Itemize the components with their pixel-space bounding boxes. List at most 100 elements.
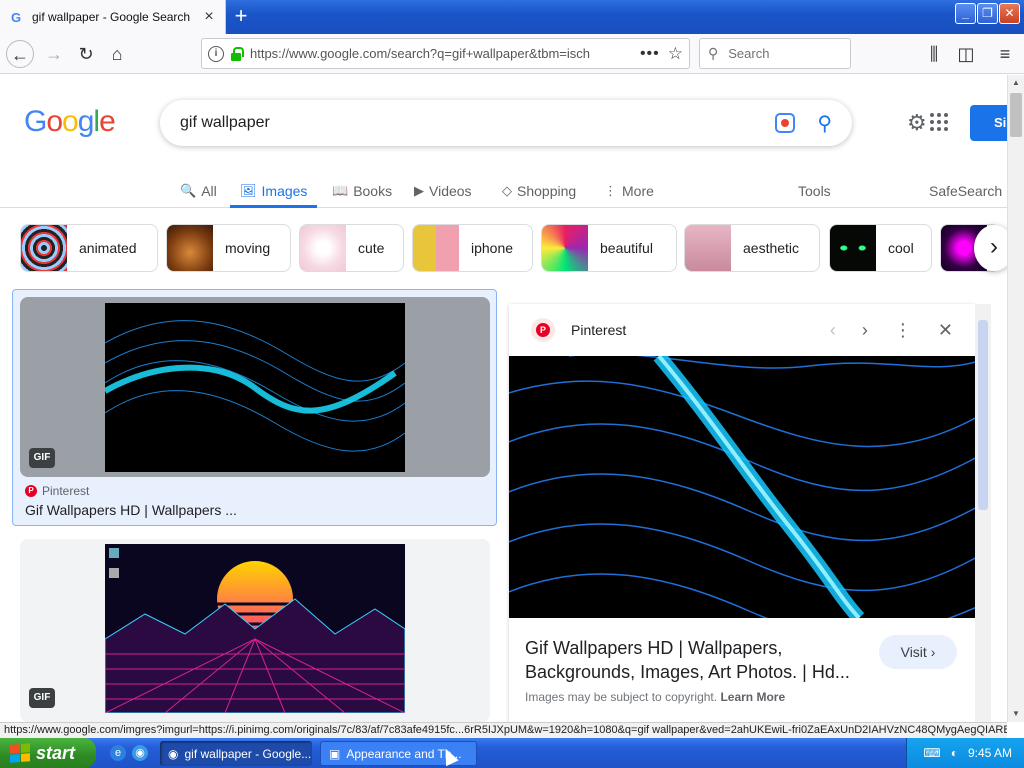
chip-thumbnail bbox=[167, 225, 213, 271]
url-text[interactable]: https://www.google.com/search?q=gif+wall… bbox=[250, 46, 632, 61]
learn-more-link[interactable]: Learn More bbox=[720, 690, 785, 704]
image-result-card[interactable]: GIF bbox=[20, 539, 490, 722]
chip-thumbnail bbox=[685, 225, 731, 271]
task-label: gif wallpaper - Google... bbox=[184, 746, 312, 761]
close-icon[interactable]: ✕ bbox=[938, 320, 953, 341]
preview-scrollbar[interactable] bbox=[975, 304, 991, 722]
chip-label: iphone bbox=[471, 240, 514, 256]
tab-books[interactable]: 📖 Books bbox=[332, 176, 392, 206]
image-icon: 🖼 bbox=[240, 182, 257, 198]
preview-image-graphic bbox=[509, 356, 975, 618]
chip-cool[interactable]: cool bbox=[829, 224, 932, 272]
result-thumbnail-image bbox=[105, 544, 405, 713]
browser-search-box[interactable]: ⚲ Search bbox=[699, 38, 851, 69]
copyright-notice: Images may be subject to copyright. Lear… bbox=[525, 690, 785, 704]
forward-button[interactable]: → bbox=[40, 40, 68, 68]
result-title[interactable]: Gif Wallpapers HD | Wallpapers ... bbox=[25, 502, 237, 518]
logo-letter: e bbox=[99, 105, 116, 138]
menu-icon[interactable]: ≡ bbox=[991, 40, 1019, 68]
google-search-bar[interactable]: gif wallpaper ⚲ bbox=[160, 100, 852, 146]
search-submit-icon[interactable]: ⚲ bbox=[817, 111, 832, 136]
page-content: Google gif wallpaper ⚲ ⚙ Si 🔍 All 🖼 Images… bbox=[0, 75, 1007, 722]
navigation-toolbar: ← → ↻ ⌂ i https://www.google.com/search?… bbox=[0, 34, 1024, 74]
source-label: Pinterest bbox=[42, 484, 90, 498]
tab-label: Books bbox=[353, 183, 393, 199]
copyright-text: Images may be subject to copyright. bbox=[525, 690, 718, 704]
page-actions-icon[interactable]: ••• bbox=[640, 45, 660, 63]
maximize-button[interactable]: ❐ bbox=[977, 3, 998, 24]
chevron-right-icon[interactable]: › bbox=[974, 225, 1007, 271]
google-lens-icon[interactable] bbox=[775, 113, 796, 133]
chip-thumbnail bbox=[413, 225, 459, 271]
bookmark-star-icon[interactable]: ☆ bbox=[668, 44, 683, 64]
result-source[interactable]: P Pinterest bbox=[25, 484, 89, 498]
tab-all[interactable]: 🔍 All bbox=[180, 176, 217, 206]
tab-shopping[interactable]: ◇ Shopping bbox=[502, 176, 576, 206]
chip-animated[interactable]: animated bbox=[20, 224, 158, 272]
logo-letter: G bbox=[24, 105, 47, 138]
chip-moving[interactable]: moving bbox=[166, 224, 291, 272]
tab-label: Images bbox=[261, 182, 308, 199]
chip-label: animated bbox=[79, 240, 137, 256]
google-apps-icon[interactable] bbox=[930, 113, 948, 131]
minimize-button[interactable]: _ bbox=[955, 3, 976, 24]
new-tab-button[interactable]: + bbox=[228, 4, 254, 30]
tab-close-icon[interactable]: × bbox=[201, 8, 217, 26]
chip-label: cute bbox=[358, 240, 385, 256]
reload-button[interactable]: ↻ bbox=[72, 40, 100, 68]
image-preview-panel: P Pinterest ‹ › ⋮ ✕ Gif Wallpapers HD | … bbox=[509, 304, 975, 722]
preview-source[interactable]: Pinterest bbox=[571, 322, 804, 338]
chip-aesthetic[interactable]: aesthetic bbox=[684, 224, 820, 272]
scroll-thumb[interactable] bbox=[1010, 93, 1022, 137]
visit-button[interactable]: Visit › bbox=[879, 635, 957, 669]
chip-beautiful[interactable]: beautiful bbox=[541, 224, 677, 272]
preview-scroll-thumb[interactable] bbox=[978, 320, 988, 510]
home-button[interactable]: ⌂ bbox=[103, 40, 131, 68]
browser-tab[interactable]: G gif wallpaper - Google Search × bbox=[0, 0, 226, 34]
image-result-card[interactable]: GIF P Pinterest Gif Wallpapers HD | Wallp… bbox=[12, 289, 497, 526]
more-vert-icon[interactable]: ⋮ bbox=[894, 320, 912, 341]
site-info-icon[interactable]: i bbox=[208, 45, 224, 62]
gif-badge: GIF bbox=[29, 688, 55, 708]
close-window-button[interactable]: ✕ bbox=[999, 3, 1020, 24]
chip-iphone[interactable]: iphone bbox=[412, 224, 533, 272]
chip-thumbnail bbox=[21, 225, 67, 271]
sidebar-icon[interactable]: ◫ bbox=[952, 40, 980, 68]
firefox-icon[interactable]: ◉ bbox=[132, 745, 148, 761]
page-scrollbar[interactable]: ▲ ▼ bbox=[1007, 75, 1024, 722]
chevron-right-icon[interactable]: › bbox=[862, 320, 868, 341]
logo-letter: o bbox=[46, 105, 63, 138]
clock: 9:45 AM bbox=[967, 746, 1012, 760]
safesearch-button[interactable]: SafeSearch bbox=[929, 176, 1002, 206]
search-query[interactable]: gif wallpaper bbox=[180, 114, 775, 132]
chip-label: moving bbox=[225, 240, 271, 256]
logo-letter: g bbox=[77, 105, 95, 138]
internet-explorer-icon[interactable]: e bbox=[110, 745, 126, 761]
tab-label: Videos bbox=[429, 183, 472, 199]
visit-label: Visit bbox=[900, 644, 927, 660]
tab-images[interactable]: 🖼 Images bbox=[230, 176, 318, 208]
address-bar[interactable]: i https://www.google.com/search?q=gif+wa… bbox=[201, 38, 690, 69]
tab-videos[interactable]: ▶ Videos bbox=[414, 176, 472, 206]
start-button[interactable]: start bbox=[0, 738, 96, 768]
tab-more[interactable]: ⋮ More bbox=[604, 176, 654, 206]
search-tabs: 🔍 All 🖼 Images 📖 Books ▶ Videos ◇ Shopping ⋮ M… bbox=[0, 174, 1007, 208]
taskbar-item-firefox[interactable]: ◉ gif wallpaper - Google... bbox=[160, 741, 312, 766]
library-icon[interactable]: ⫼ bbox=[920, 40, 948, 68]
network-icon[interactable]: ◐ bbox=[951, 746, 958, 760]
result-image-container[interactable]: GIF bbox=[20, 297, 490, 477]
sign-in-button[interactable]: Si bbox=[970, 105, 1007, 141]
scroll-down-icon[interactable]: ▼ bbox=[1008, 706, 1024, 722]
google-favicon-icon: G bbox=[10, 9, 22, 25]
tools-button[interactable]: Tools bbox=[798, 176, 831, 206]
settings-gear-icon[interactable]: ⚙ bbox=[907, 110, 927, 136]
chevron-left-icon[interactable]: ‹ bbox=[830, 320, 836, 341]
chip-cute[interactable]: cute bbox=[299, 224, 404, 272]
keyboard-icon[interactable]: ⌨ bbox=[923, 746, 940, 760]
scroll-up-icon[interactable]: ▲ bbox=[1008, 75, 1024, 91]
firefox-icon: ◉ bbox=[168, 746, 179, 761]
back-button[interactable]: ← bbox=[6, 40, 34, 68]
google-logo[interactable]: Google bbox=[24, 105, 116, 139]
preview-title[interactable]: Gif Wallpapers HD | Wallpapers, Backgrou… bbox=[525, 636, 865, 684]
preview-image[interactable] bbox=[509, 356, 975, 618]
